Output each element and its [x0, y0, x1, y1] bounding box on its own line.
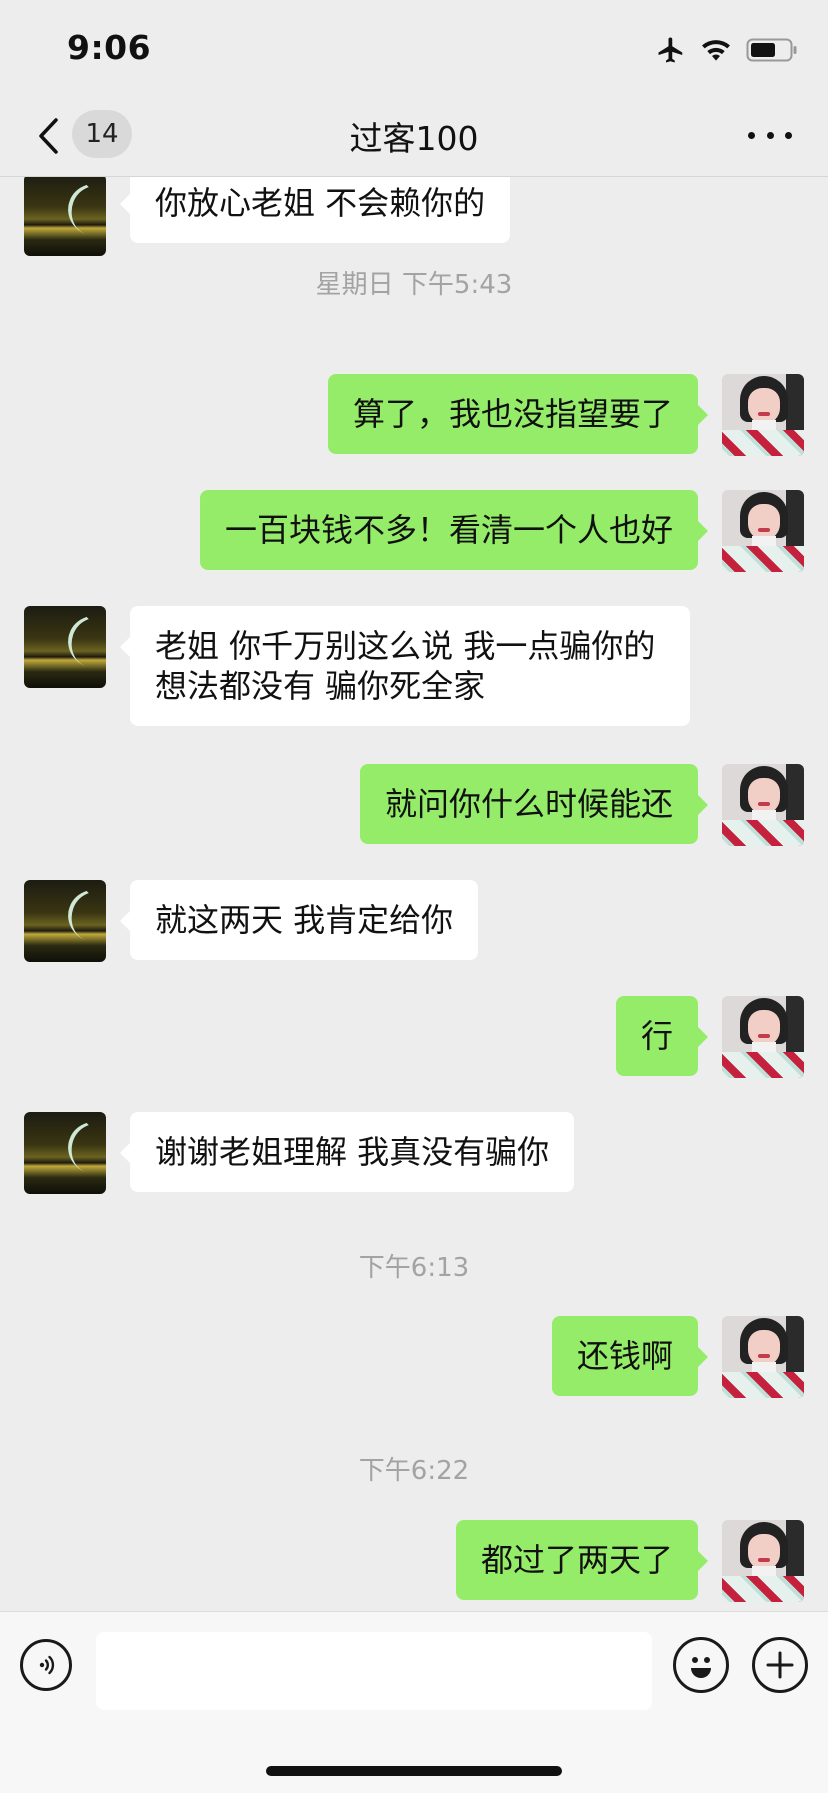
message-timestamp: 下午6:13 — [358, 1253, 470, 1283]
chat-header: 14 过客100 — [0, 96, 828, 177]
my-avatar[interactable] — [722, 490, 804, 572]
my-avatar[interactable] — [722, 996, 804, 1078]
airplane-icon — [658, 37, 683, 63]
more-actions-button[interactable] — [752, 1637, 808, 1693]
status-bar: 9:06 — [0, 0, 828, 96]
incoming-message[interactable]: 谢谢老姐理解 我真没有骗你 — [119, 1112, 575, 1192]
outgoing-message[interactable]: 还钱啊 — [551, 1316, 709, 1396]
wifi-icon — [702, 40, 730, 61]
my-avatar[interactable] — [722, 374, 804, 456]
emoji-button[interactable] — [673, 1637, 729, 1693]
outgoing-message[interactable]: 行 — [615, 996, 709, 1076]
more-button[interactable] — [748, 120, 792, 150]
contact-avatar[interactable] — [24, 880, 106, 962]
chat-title: 过客100 — [349, 119, 479, 158]
home-indicator — [266, 1766, 562, 1776]
status-time: 9:06 — [67, 28, 152, 67]
my-avatar[interactable] — [722, 1520, 804, 1602]
status-icons — [656, 34, 798, 66]
incoming-message[interactable]: 就这两天 我肯定给你 — [119, 880, 479, 960]
contact-avatar[interactable] — [24, 1112, 106, 1194]
emoji-icon — [691, 1657, 711, 1678]
voice-icon — [39, 1655, 55, 1675]
contact-avatar[interactable] — [24, 177, 106, 256]
outgoing-message[interactable]: 就问你什么时候能还 — [359, 764, 709, 844]
my-avatar[interactable] — [722, 1316, 804, 1398]
plus-icon — [766, 1651, 794, 1679]
message-timestamp: 下午6:22 — [358, 1456, 470, 1486]
outgoing-message[interactable]: 算了，我也没指望要了 — [327, 374, 709, 454]
voice-input-button[interactable] — [20, 1639, 72, 1691]
more-icon — [748, 131, 755, 139]
message-input[interactable] — [96, 1632, 652, 1710]
incoming-message[interactable]: 老姐 你千万别这么说 我一点骗你的想法都没有 骗你死全家 — [120, 606, 690, 726]
contact-avatar[interactable] — [24, 606, 106, 688]
incoming-message[interactable]: 你放心老姐 不会赖你的 — [119, 177, 511, 243]
my-avatar[interactable] — [722, 764, 804, 846]
outgoing-message[interactable]: 都过了两天了 — [455, 1520, 709, 1600]
message-list[interactable]: 你放心老姐 不会赖你的 星期日 下午5:43 算了，我也没指望要了 一百块钱不多… — [0, 177, 828, 1610]
outgoing-message[interactable]: 一百块钱不多！看清一个人也好 — [199, 490, 709, 570]
message-timestamp: 星期日 下午5:43 — [315, 270, 513, 300]
battery-icon — [746, 38, 797, 62]
